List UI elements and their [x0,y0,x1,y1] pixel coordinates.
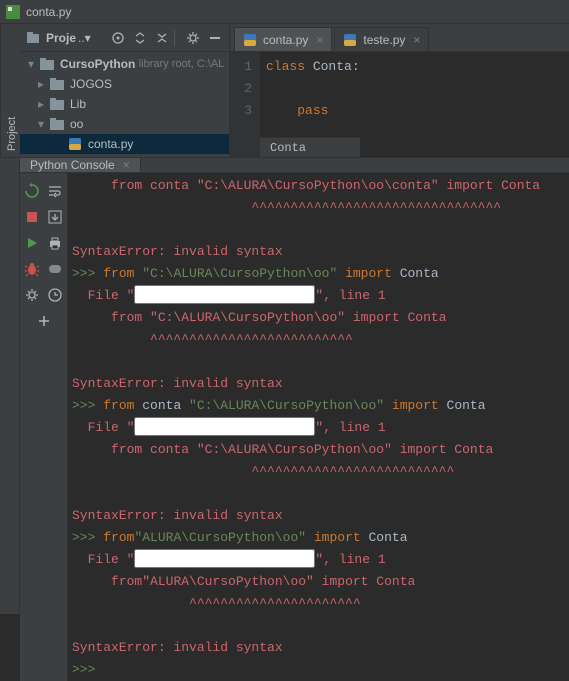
hide-icon[interactable] [207,30,223,46]
close-icon[interactable]: × [413,33,420,47]
project-header: Proje..▾ [20,24,229,52]
settings-icon[interactable] [23,286,41,304]
left-toolwindow-bar-bottom[interactable] [0,158,20,614]
vars-icon[interactable] [46,260,64,278]
locate-icon[interactable] [110,30,126,46]
project-label: Proje [46,31,76,45]
toolwindow-project[interactable]: Project [3,117,18,151]
code-editor[interactable]: 123 class Conta: pass Conta [230,52,569,157]
gear-icon[interactable] [185,30,201,46]
scroll-icon[interactable] [46,208,64,226]
tab-conta[interactable]: conta.py× [234,27,332,51]
left-toolwindow-bar[interactable]: Project [0,24,20,157]
rerun-icon[interactable] [23,182,41,200]
wrap-icon[interactable] [46,182,64,200]
editor-area: conta.py× teste.py× 123 class Conta: pas… [230,24,569,157]
console-tab[interactable]: Python Console× [20,158,141,172]
project-tool-window: Proje..▾ ▾ CursoPython library root, C:\… [20,24,230,157]
add-icon[interactable] [35,312,53,330]
breadcrumb[interactable]: Conta [260,137,360,157]
console-tabbar: Python Console× [20,158,569,173]
app-icon [6,5,20,19]
print-icon[interactable] [46,234,64,252]
tab-teste[interactable]: teste.py× [334,27,429,51]
close-icon[interactable]: × [316,33,323,47]
window-titlebar: conta.py [0,0,569,24]
run-icon[interactable] [23,234,41,252]
tree-root[interactable]: ▾ CursoPython library root, C:\AL [20,54,229,74]
project-tree[interactable]: ▾ CursoPython library root, C:\AL ▸ JOGO… [20,52,229,154]
expand-all-icon[interactable] [132,30,148,46]
tree-folder-jogos[interactable]: ▸ JOGOS [20,74,229,94]
line-gutter: 123 [230,52,260,157]
project-icon [26,31,40,45]
debug-icon[interactable] [23,260,41,278]
stop-icon[interactable] [23,208,41,226]
console-toolbar [20,173,68,681]
close-icon[interactable]: × [123,158,130,172]
tree-folder-oo[interactable]: ▾ oo [20,114,229,134]
tree-folder-lib[interactable]: ▸ Lib [20,94,229,114]
console-output[interactable]: from conta "C:\ALURA\CursoPython\oo\cont… [68,173,569,681]
window-title: conta.py [26,5,71,19]
collapse-all-icon[interactable] [154,30,170,46]
editor-tabbar: conta.py× teste.py× [230,24,569,52]
tree-file-conta[interactable]: conta.py [20,134,229,154]
history-icon[interactable] [46,286,64,304]
